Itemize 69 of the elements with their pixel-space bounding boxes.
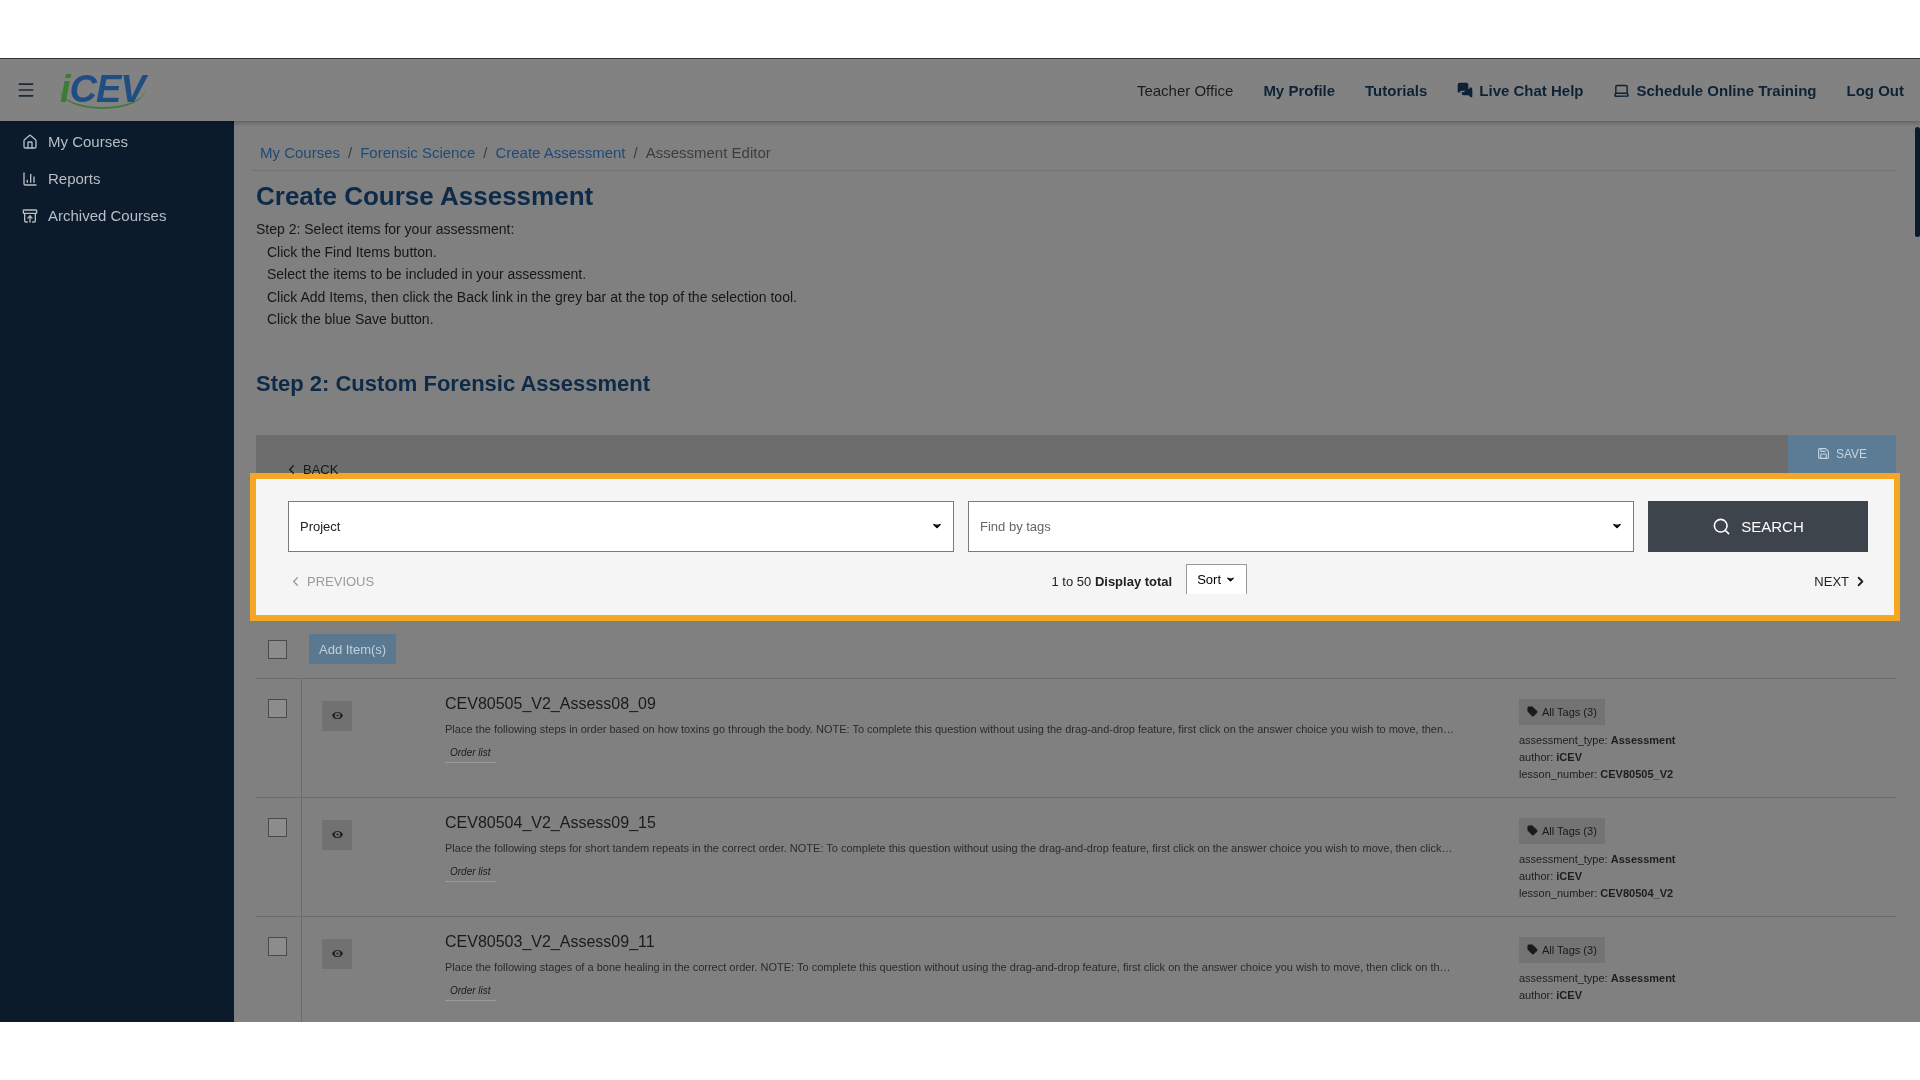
- nav-link[interactable]: Teacher Office: [1136, 81, 1234, 99]
- sidebar-item[interactable]: Archived Courses: [0, 197, 234, 234]
- item-type: Order list: [445, 744, 496, 763]
- preview-button[interactable]: [322, 700, 352, 731]
- search-button[interactable]: SEARCH: [1648, 500, 1868, 552]
- current-page-label: Assessment Editor: [645, 144, 771, 161]
- save-button[interactable]: SAVE: [1788, 434, 1896, 473]
- page-title: Create Course Assessment: [256, 181, 595, 212]
- nav-link[interactable]: My Profile: [1263, 81, 1336, 99]
- result-range: 1 to 50 Display total: [1051, 574, 1173, 589]
- tag-text: author: iCEV: [1519, 749, 1583, 765]
- tag-text: lesson_number: CEV80504_V2: [1519, 885, 1675, 901]
- instruction-step: Select the items to be included in your assessment.: [267, 263, 1896, 286]
- tag-text: assessment_type: Assessment: [1519, 851, 1676, 867]
- breadcrumb-link[interactable]: Create Assessment: [495, 144, 626, 161]
- tag-text: author: iCEV: [1519, 987, 1583, 1003]
- item-description: Place the following steps in order based on how toxins go through the body. NOTE: To complete this question without using the drag-and-drop feature, first click on the answer choice you wish to move, then…: [445, 722, 1456, 735]
- instruction-step: Click Add Items, then click the Back link in the grey bar at the top of the selection tool.: [267, 285, 1896, 308]
- chat-icon: [1457, 82, 1474, 98]
- breadcrumb-separator: /: [348, 144, 353, 161]
- item-checkbox[interactable]: [268, 936, 287, 956]
- nav-link[interactable]: Tutorials: [1365, 81, 1428, 99]
- all-tags-button[interactable]: All Tags (3): [1519, 817, 1605, 844]
- instruction-text: Step 2: Select items for your assessment:: [256, 220, 516, 239]
- sidebar-item[interactable]: Reports: [0, 160, 234, 197]
- tag-icon: [1527, 706, 1538, 717]
- tag-icon: [1527, 825, 1538, 836]
- item-checkbox[interactable]: [268, 698, 287, 718]
- item-checkbox[interactable]: [268, 817, 287, 837]
- home-icon: [22, 133, 38, 150]
- add-items-button[interactable]: Add Item(s): [309, 634, 397, 664]
- instruction-step: Click the blue Save button.: [267, 308, 1896, 331]
- tag-text: assessment_type: Assessment: [1519, 732, 1676, 748]
- next-link[interactable]: NEXT: [1814, 574, 1868, 589]
- sort-dropdown[interactable]: Sort: [1186, 563, 1247, 594]
- item-title: CEV80503_V2_Assess09_11: [445, 932, 656, 951]
- item-description: Place the following steps for short tandem repeats in the correct order. NOTE: To complete this question without using the drag-and-drop feature, first click on the answer choice you wish to move, then click…: [445, 841, 1454, 854]
- tag-icon: [1527, 944, 1538, 955]
- search-icon: [1712, 516, 1732, 536]
- item-title: CEV80505_V2_Assess08_09: [445, 694, 657, 713]
- preview-button[interactable]: [322, 819, 352, 850]
- item-description: Place the following stages of a bone healing in the correct order. NOTE: To complete this question without using the drag-and-drop feature, first click on the answer choice you wish to move, then click on th…: [445, 960, 1452, 973]
- nav-link[interactable]: Log Out: [1846, 81, 1904, 99]
- tag-text: lesson_number: CEV80505_V2: [1519, 766, 1675, 782]
- tag-text: author: iCEV: [1519, 868, 1583, 884]
- item-type: Order list: [445, 982, 496, 1001]
- nav-link[interactable]: Live Chat Help: [1457, 81, 1584, 99]
- tag-text: assessment_type: Assessment: [1519, 970, 1676, 986]
- back-link[interactable]: BACK: [284, 461, 339, 477]
- scrollbar[interactable]: [1915, 127, 1920, 237]
- item-type: Order list: [445, 863, 496, 882]
- item-title: CEV80504_V2_Assess09_15: [445, 813, 657, 832]
- menu-icon[interactable]: [16, 80, 36, 100]
- tags-select[interactable]: Find by tags: [968, 500, 1634, 552]
- sidebar-item[interactable]: My Courses: [0, 123, 234, 160]
- all-tags-button[interactable]: All Tags (3): [1519, 936, 1605, 963]
- breadcrumb-separator: /: [483, 144, 488, 161]
- preview-button[interactable]: [322, 938, 352, 969]
- chart-icon: [22, 170, 38, 187]
- select-all-checkbox[interactable]: [268, 639, 287, 659]
- instruction-step: Click the Find Items button.: [267, 240, 1896, 263]
- breadcrumb-link[interactable]: My Courses: [260, 144, 341, 161]
- archive-icon: [22, 207, 38, 224]
- project-select[interactable]: Project: [288, 500, 954, 552]
- breadcrumb-separator: /: [633, 144, 638, 161]
- nav-link[interactable]: Schedule Online Training: [1613, 81, 1817, 99]
- section-title: Step 2: Custom Forensic Assessment: [256, 370, 652, 397]
- all-tags-button[interactable]: All Tags (3): [1519, 698, 1605, 725]
- breadcrumb-link[interactable]: Forensic Science: [360, 144, 476, 161]
